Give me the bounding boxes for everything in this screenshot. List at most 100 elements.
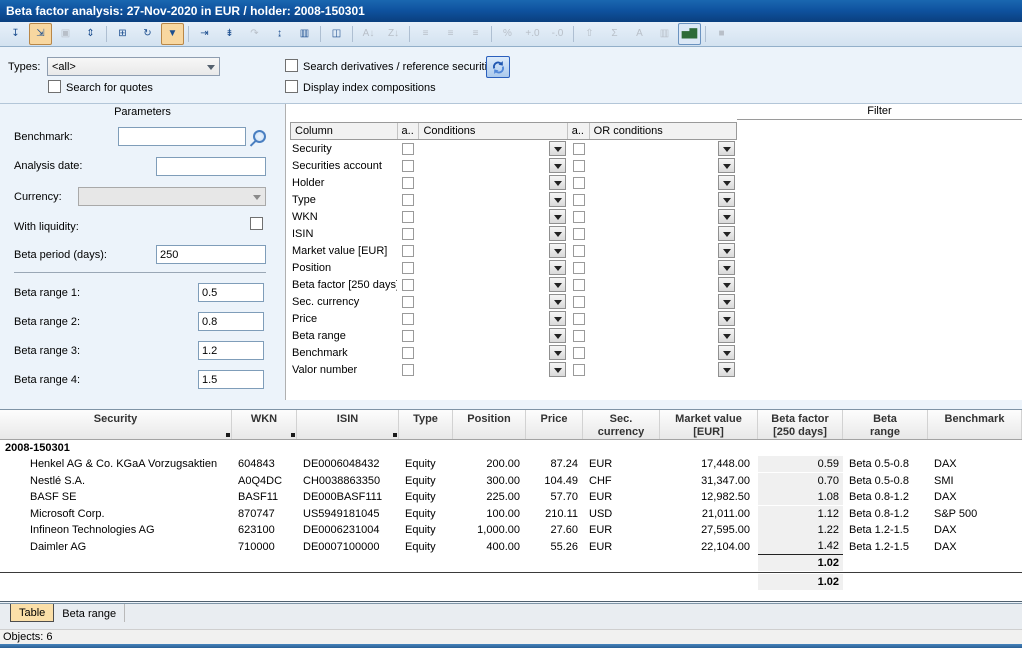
chevron-down-icon[interactable] xyxy=(718,260,735,275)
filter-or-condition-field[interactable] xyxy=(590,175,737,190)
types-select[interactable]: <all> xyxy=(47,57,220,76)
column-header-beta-range[interactable]: Betarange xyxy=(843,410,928,439)
filter-or-condition-field[interactable] xyxy=(590,311,737,326)
export-layout-icon[interactable]: ↧ xyxy=(4,23,27,45)
chevron-down-icon[interactable] xyxy=(549,311,566,326)
insert-column-icon[interactable]: ⇥ xyxy=(193,23,216,45)
filter-and-checkbox[interactable] xyxy=(402,211,414,223)
chevron-down-icon[interactable] xyxy=(718,345,735,360)
filter-and-checkbox[interactable] xyxy=(402,296,414,308)
filter-condition-field[interactable] xyxy=(419,294,568,309)
chevron-down-icon[interactable] xyxy=(718,277,735,292)
chevron-down-icon[interactable] xyxy=(549,260,566,275)
table-row[interactable]: BASF SE BASF11 DE000BASF111 Equity 225.0… xyxy=(0,489,1022,506)
title-bar[interactable]: Beta factor analysis: 27-Nov-2020 in EUR… xyxy=(0,0,1022,22)
chevron-down-icon[interactable] xyxy=(549,243,566,258)
filter-or-and-checkbox[interactable] xyxy=(573,330,585,342)
refresh-button[interactable] xyxy=(486,56,510,78)
filter-or-and-checkbox[interactable] xyxy=(573,364,585,376)
table-row[interactable]: Nestlé S.A. A0Q4DC CH0038863350 Equity 3… xyxy=(0,473,1022,490)
filter-condition-field[interactable] xyxy=(419,175,568,190)
chevron-down-icon[interactable] xyxy=(718,209,735,224)
chevron-down-icon[interactable] xyxy=(718,175,735,190)
filter-or-condition-field[interactable] xyxy=(590,277,737,292)
chevron-down-icon[interactable] xyxy=(718,243,735,258)
insert-row-icon[interactable]: ⇟ xyxy=(218,23,241,45)
filter-or-condition-field[interactable] xyxy=(590,192,737,207)
chevron-down-icon[interactable] xyxy=(549,362,566,377)
filter-and-checkbox[interactable] xyxy=(402,364,414,376)
column-header-isin[interactable]: ISIN xyxy=(297,410,399,439)
filter-condition-field[interactable] xyxy=(419,209,568,224)
filter-and-checkbox[interactable] xyxy=(402,143,414,155)
chevron-down-icon[interactable] xyxy=(549,141,566,156)
filter-and-checkbox[interactable] xyxy=(402,228,414,240)
filter-and-checkbox[interactable] xyxy=(402,313,414,325)
filter-or-and-checkbox[interactable] xyxy=(573,296,585,308)
filter-or-condition-field[interactable] xyxy=(590,226,737,241)
filter-or-and-checkbox[interactable] xyxy=(573,245,585,257)
beta-range-input[interactable] xyxy=(198,312,264,331)
filter-and-checkbox[interactable] xyxy=(402,194,414,206)
filter-or-and-checkbox[interactable] xyxy=(573,177,585,189)
chevron-down-icon[interactable] xyxy=(549,328,566,343)
tab-table[interactable]: Table xyxy=(10,604,54,622)
refresh-layout-icon[interactable]: ↻ xyxy=(136,23,159,45)
filter-or-and-checkbox[interactable] xyxy=(573,194,585,206)
table-row[interactable]: Daimler AG 710000 DE0007100000 Equity 40… xyxy=(0,539,1022,556)
filter-condition-field[interactable] xyxy=(419,141,568,156)
column-header-market-value[interactable]: Market value[EUR] xyxy=(660,410,758,439)
analysis-date-input[interactable] xyxy=(156,157,266,176)
filter-or-and-checkbox[interactable] xyxy=(573,228,585,240)
underline-sum-icon[interactable]: ↨ xyxy=(268,23,291,45)
column-header-benchmark[interactable]: Benchmark xyxy=(928,410,1022,439)
filter-and-checkbox[interactable] xyxy=(402,262,414,274)
group-row[interactable]: 2008-150301 xyxy=(0,440,1022,456)
filter-or-condition-field[interactable] xyxy=(590,362,737,377)
filter-condition-field[interactable] xyxy=(419,328,568,343)
filter-or-and-checkbox[interactable] xyxy=(573,143,585,155)
filter-condition-field[interactable] xyxy=(419,226,568,241)
filter-condition-field[interactable] xyxy=(419,192,568,207)
filter-and-checkbox[interactable] xyxy=(402,347,414,359)
filter-and-checkbox[interactable] xyxy=(402,330,414,342)
with-liquidity-checkbox[interactable] xyxy=(250,217,263,230)
filter-and-checkbox[interactable] xyxy=(402,245,414,257)
filter-and-checkbox[interactable] xyxy=(402,279,414,291)
search-for-quotes-checkbox[interactable] xyxy=(48,80,61,93)
filter-or-and-checkbox[interactable] xyxy=(573,313,585,325)
filter-or-condition-field[interactable] xyxy=(590,260,737,275)
filter-condition-field[interactable] xyxy=(419,277,568,292)
chevron-down-icon[interactable] xyxy=(718,192,735,207)
new-view-icon[interactable]: ⊞ xyxy=(111,23,134,45)
column-header-type[interactable]: Type xyxy=(399,410,453,439)
filter-icon[interactable]: ▼ xyxy=(161,23,184,45)
chevron-down-icon[interactable] xyxy=(718,328,735,343)
filter-or-condition-field[interactable] xyxy=(590,328,737,343)
filter-or-and-checkbox[interactable] xyxy=(573,211,585,223)
fit-columns-icon[interactable]: ⇲ xyxy=(29,23,52,45)
chevron-down-icon[interactable] xyxy=(718,362,735,377)
filter-and-checkbox[interactable] xyxy=(402,177,414,189)
chevron-down-icon[interactable] xyxy=(549,294,566,309)
display-index-checkbox[interactable] xyxy=(285,80,298,93)
chevron-down-icon[interactable] xyxy=(718,158,735,173)
filter-condition-field[interactable] xyxy=(419,158,568,173)
chevron-down-icon[interactable] xyxy=(549,192,566,207)
column-header-wkn[interactable]: WKN xyxy=(232,410,297,439)
chevron-down-icon[interactable] xyxy=(549,345,566,360)
benchmark-input[interactable] xyxy=(118,127,246,146)
search-derivatives-checkbox[interactable] xyxy=(285,59,298,72)
filter-or-and-checkbox[interactable] xyxy=(573,347,585,359)
chevron-down-icon[interactable] xyxy=(718,294,735,309)
chevron-down-icon[interactable] xyxy=(718,141,735,156)
filter-or-and-checkbox[interactable] xyxy=(573,279,585,291)
chevron-down-icon[interactable] xyxy=(549,209,566,224)
filter-condition-field[interactable] xyxy=(419,243,568,258)
chart-icon[interactable]: ▅▇ xyxy=(678,23,701,45)
filter-condition-field[interactable] xyxy=(419,311,568,326)
beta-range-input[interactable] xyxy=(198,283,264,302)
filter-or-and-checkbox[interactable] xyxy=(573,262,585,274)
filter-and-checkbox[interactable] xyxy=(402,160,414,172)
table-row[interactable]: Henkel AG & Co. KGaA Vorzugsaktien 60484… xyxy=(0,456,1022,473)
